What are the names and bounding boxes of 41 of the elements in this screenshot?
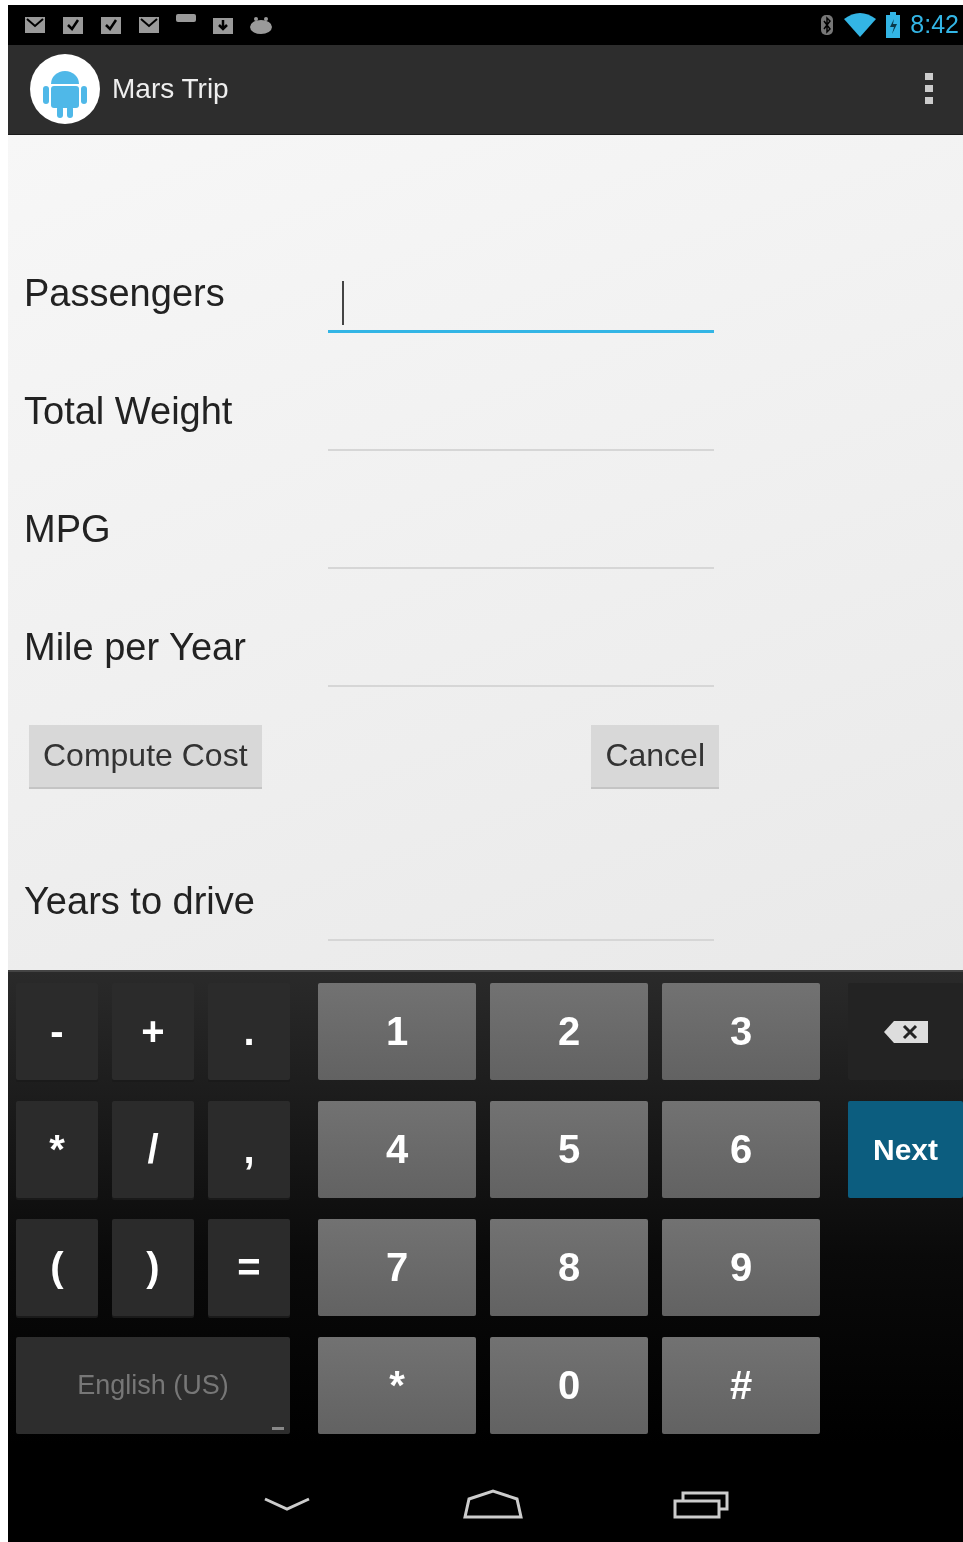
backspace-icon: [883, 1020, 928, 1043]
bluetooth-icon: [820, 13, 835, 36]
keyboard-key[interactable]: 3: [662, 983, 820, 1081]
keyboard-key[interactable]: ,: [208, 1101, 290, 1199]
battery-icon: [886, 11, 901, 38]
language-key[interactable]: English (US): [16, 1337, 290, 1435]
keyboard-key[interactable]: 0: [490, 1337, 648, 1435]
keyboard-key[interactable]: (: [16, 1219, 98, 1317]
text-cursor: [342, 280, 344, 325]
field-label: Total Weight: [24, 390, 234, 434]
home-icon[interactable]: [463, 1488, 523, 1519]
hide-keyboard-icon[interactable]: [263, 1496, 311, 1511]
backspace-key[interactable]: [848, 983, 963, 1081]
keyboard-key[interactable]: *: [318, 1337, 476, 1435]
keyboard-key[interactable]: =: [208, 1219, 290, 1317]
keyboard-key[interactable]: #: [662, 1337, 820, 1435]
keyboard-key[interactable]: 9: [662, 1219, 820, 1317]
action-button[interactable]: Compute Cost: [29, 724, 262, 789]
clock-time: 8:42: [910, 10, 959, 40]
next-key[interactable]: Next: [848, 1101, 963, 1199]
wifi-icon: [844, 12, 877, 37]
keyboard-key[interactable]: 4: [318, 1101, 476, 1199]
keyboard-key[interactable]: /: [112, 1101, 194, 1199]
keyboard-key[interactable]: 6: [662, 1101, 820, 1199]
keyboard-key[interactable]: 1: [318, 983, 476, 1081]
field-label: Mile per Year: [24, 626, 247, 670]
android-robot-icon[interactable]: [30, 54, 100, 125]
more-options-icon: [272, 1427, 284, 1431]
keyboard-key[interactable]: *: [16, 1101, 98, 1199]
keyboard-key[interactable]: 7: [318, 1219, 476, 1317]
action-button[interactable]: Cancel: [591, 724, 719, 789]
keyboard-key[interactable]: 2: [490, 983, 648, 1081]
field-label: MPG: [24, 508, 112, 552]
field-label: Passengers: [24, 272, 226, 316]
app-title: Mars Trip: [112, 73, 230, 106]
overflow-menu-icon[interactable]: [925, 73, 933, 106]
keyboard-key[interactable]: 8: [490, 1219, 648, 1317]
keyboard-icon: [176, 13, 196, 22]
field-label: Years to drive: [24, 880, 256, 924]
keyboard-key[interactable]: 5: [490, 1101, 648, 1199]
keyboard-key[interactable]: ): [112, 1219, 194, 1317]
